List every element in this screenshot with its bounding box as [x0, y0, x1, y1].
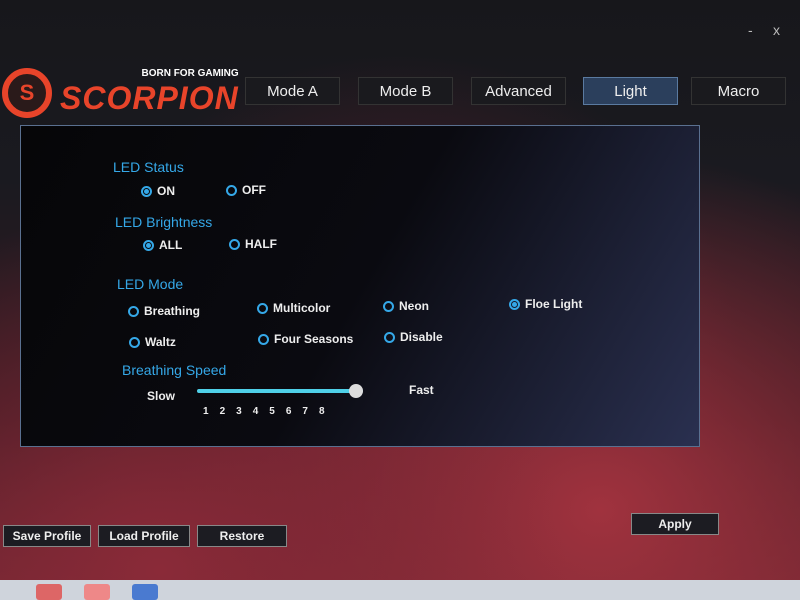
- radio-icon: [509, 298, 520, 310]
- radio-label: Breathing: [144, 304, 201, 318]
- radio-label: OFF: [242, 183, 266, 197]
- tab-mode-a[interactable]: Mode A: [245, 77, 340, 105]
- radio-icon: [129, 336, 140, 348]
- tab-mode-b[interactable]: Mode B: [358, 77, 453, 105]
- taskbar: [0, 580, 800, 600]
- radio-label: Multicolor: [273, 301, 331, 315]
- radio-label: ON: [157, 184, 175, 198]
- breathing-speed-slider[interactable]: [197, 384, 363, 398]
- slider-tick-label: 5: [269, 406, 275, 417]
- save-profile-button[interactable]: Save Profile: [3, 525, 91, 547]
- tab-light[interactable]: Light: [583, 77, 678, 105]
- slider-tick-label: 1: [203, 406, 209, 417]
- close-button[interactable]: x: [773, 22, 780, 38]
- breathing-speed-heading: Breathing Speed: [122, 362, 227, 378]
- light-settings-panel: LED Status ON OFF LED Brightness ALL HAL…: [20, 125, 700, 447]
- led-mode-waltz-radio[interactable]: Waltz: [129, 335, 176, 349]
- load-profile-button[interactable]: Load Profile: [98, 525, 190, 547]
- slider-tick-label: 3: [236, 406, 242, 417]
- led-mode-heading: LED Mode: [117, 276, 184, 292]
- scorpion-logo-icon: S: [2, 68, 52, 118]
- radio-icon: [143, 239, 154, 251]
- logo-name: SCORPION: [60, 79, 239, 116]
- slider-tick-label: 8: [318, 406, 325, 417]
- scorpion-logo: S BORN FOR GAMING SCORPION: [2, 68, 239, 118]
- radio-label: Neon: [399, 299, 429, 313]
- led-mode-floe-light-radio[interactable]: Floe Light: [509, 297, 582, 311]
- chrome-icon[interactable]: [84, 584, 110, 600]
- radio-label: ALL: [159, 238, 183, 252]
- led-mode-multicolor-radio[interactable]: Multicolor: [257, 301, 330, 315]
- led-brightness-half-radio[interactable]: HALF: [229, 237, 277, 251]
- apply-button[interactable]: Apply: [631, 513, 719, 535]
- led-status-heading: LED Status: [113, 159, 184, 175]
- radio-icon: [229, 238, 240, 250]
- slider-tick-label: 2: [219, 406, 226, 417]
- radio-icon: [384, 331, 395, 343]
- fast-label: Fast: [409, 383, 434, 397]
- led-mode-four-seasons-radio[interactable]: Four Seasons: [258, 332, 353, 346]
- slider-ticks: 12345678: [203, 406, 325, 417]
- radio-label: Disable: [400, 330, 443, 344]
- slider-tick-label: 7: [302, 406, 308, 417]
- radio-icon: [128, 305, 139, 317]
- radio-label: HALF: [245, 237, 277, 251]
- radio-label: Floe Light: [525, 297, 583, 311]
- radio-icon: [226, 184, 237, 196]
- led-mode-disable-radio[interactable]: Disable: [384, 330, 443, 344]
- radio-icon: [141, 185, 152, 197]
- led-mode-neon-radio[interactable]: Neon: [383, 299, 429, 313]
- slow-label: Slow: [147, 389, 176, 403]
- tab-advanced[interactable]: Advanced: [471, 77, 566, 105]
- slider-thumb[interactable]: [349, 384, 363, 398]
- radio-label: Four Seasons: [274, 332, 354, 346]
- slider-tick-label: 6: [285, 406, 292, 417]
- led-status-on-radio[interactable]: ON: [141, 184, 175, 198]
- led-status-off-radio[interactable]: OFF: [226, 183, 266, 197]
- radio-icon: [383, 300, 394, 312]
- tab-macro[interactable]: Macro: [691, 77, 786, 105]
- logo-tagline: BORN FOR GAMING: [141, 67, 239, 79]
- radio-icon: [258, 333, 269, 345]
- slider-tick-label: 4: [252, 406, 259, 417]
- led-mode-breathing-radio[interactable]: Breathing: [128, 304, 200, 318]
- word-icon[interactable]: [132, 584, 158, 600]
- taskbar-app-icon[interactable]: [36, 584, 62, 600]
- radio-icon: [257, 302, 268, 314]
- led-brightness-heading: LED Brightness: [115, 214, 213, 230]
- radio-label: Waltz: [145, 335, 176, 349]
- minimize-button[interactable]: -: [748, 22, 753, 38]
- led-brightness-all-radio[interactable]: ALL: [143, 238, 182, 252]
- restore-button[interactable]: Restore: [197, 525, 287, 547]
